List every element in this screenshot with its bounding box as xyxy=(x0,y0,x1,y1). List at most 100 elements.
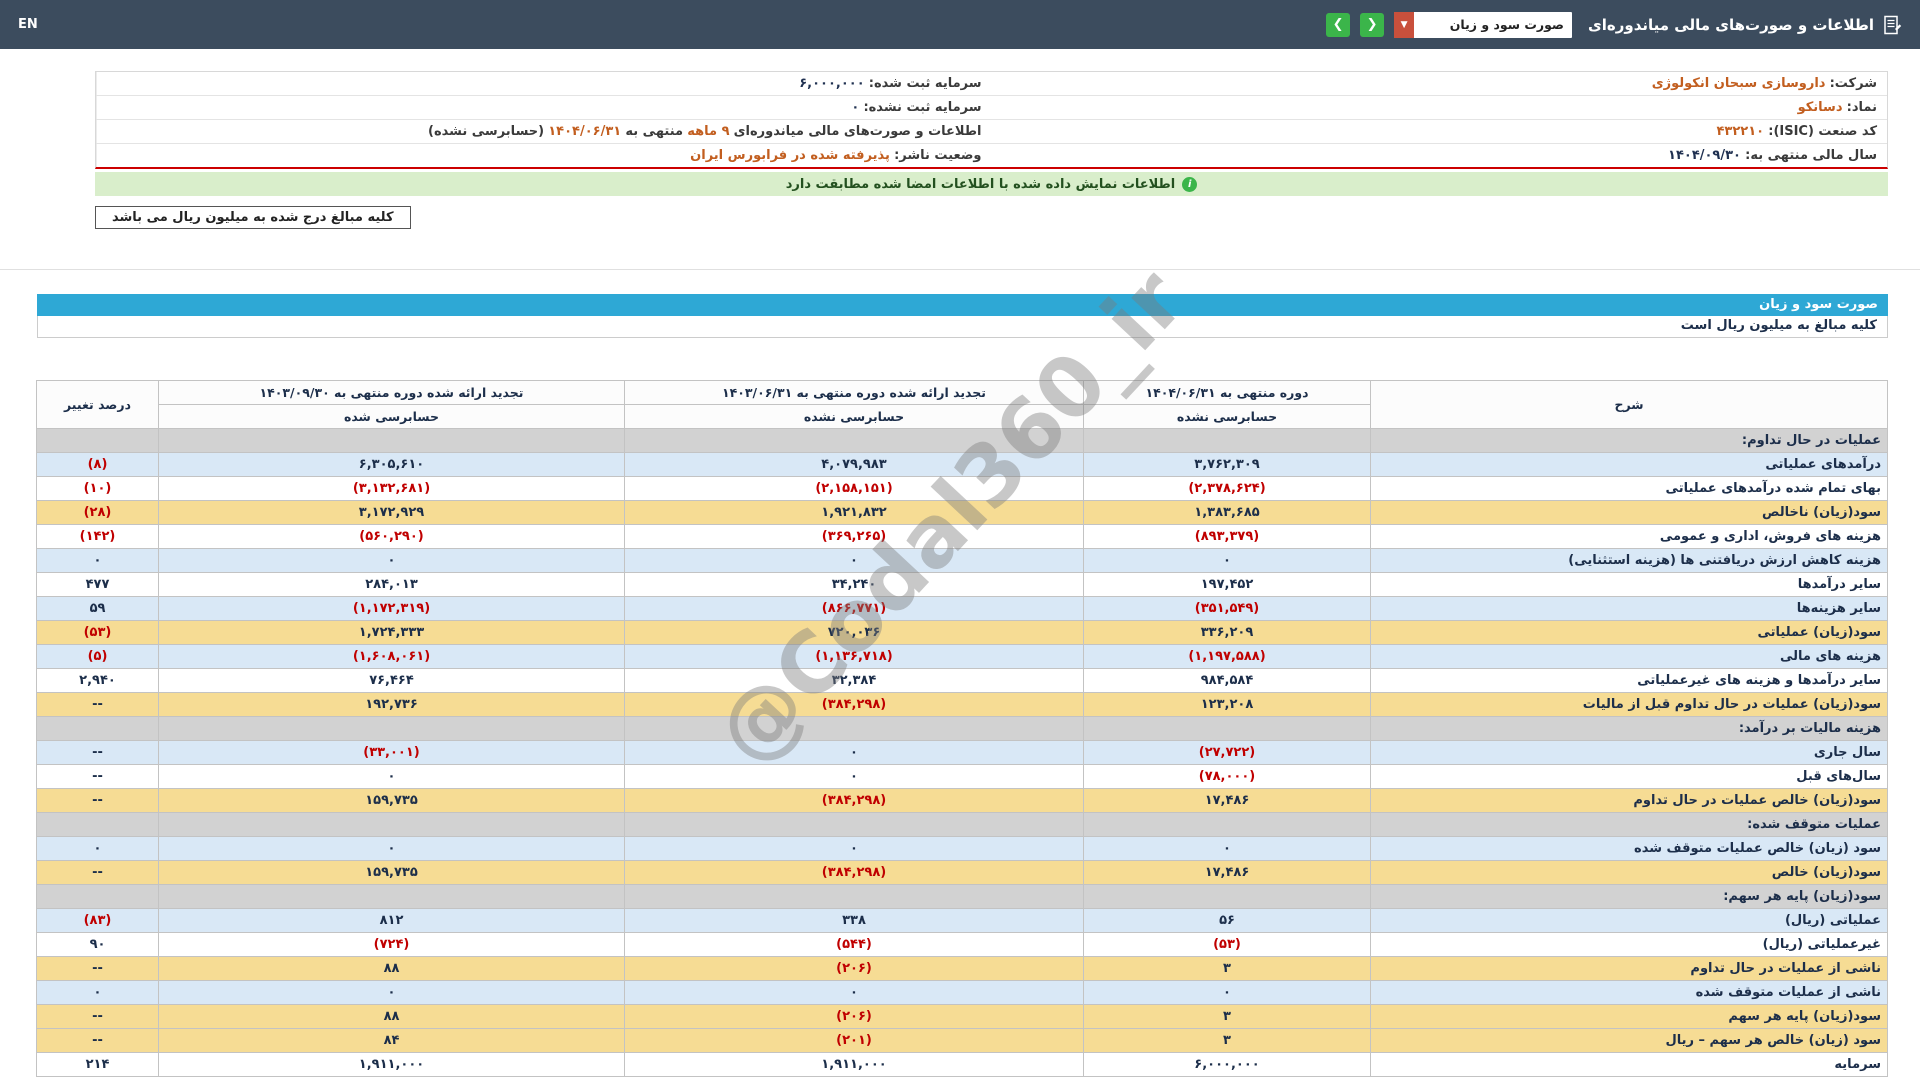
value-cell: ۰ xyxy=(158,764,625,789)
value-cell: (۸۹۳,۳۷۹) xyxy=(1083,524,1371,549)
statement-row: هزینه کاهش ارزش دریافتنی ها (هزینه استثن… xyxy=(36,548,1888,573)
change-percent-cell: (۱۰) xyxy=(36,476,159,501)
topbar: اطلاعات و صورت‌های مالی میاندوره‌ای صورت… xyxy=(0,0,1920,49)
row-label: هزینه های فروش، اداری و عمومی xyxy=(1370,524,1888,549)
statement-table: شرح دوره منتهی به ۱۴۰۴/۰۶/۳۱ تجدید ارائه… xyxy=(36,380,1888,1077)
value-cell: (۲۰۶) xyxy=(624,956,1084,981)
statement-row: سال جاری (۲۷,۷۲۲) ۰ (۳۳,۰۰۱) -- xyxy=(36,740,1888,765)
units-note-box: کلیه مبالغ درج شده به میلیون ریال می باش… xyxy=(95,206,411,229)
period-suffix: (حسابرسی نشده) xyxy=(428,124,545,139)
empty-cell xyxy=(158,428,625,453)
empty-cell xyxy=(624,812,1084,837)
publisher-status-field: وضعیت ناشر: پذیرفته شده در فرابورس ایران xyxy=(96,144,992,167)
statement-row: درآمدهای عملیاتی ۳,۷۶۲,۳۰۹ ۴,۰۷۹,۹۸۳ ۶,۳۰۵,… xyxy=(36,452,1888,477)
value-cell: (۳۶۹,۲۶۵) xyxy=(624,524,1084,549)
value-cell: ۳۲,۳۸۴ xyxy=(624,668,1084,693)
value-cell: ۱۵۹,۷۳۵ xyxy=(158,860,625,885)
isic-field: کد صنعت (ISIC): ۴۳۲۲۱۰ xyxy=(992,120,1888,143)
company-value: داروسازی سبحان انکولوژی xyxy=(1651,76,1826,91)
value-cell: ۱۲۳,۲۰۸ xyxy=(1083,692,1371,717)
audit-status-2: حسابرسی شده xyxy=(158,404,625,429)
value-cell: (۱,۱۳۶,۷۱۸) xyxy=(624,644,1084,669)
change-percent-cell: -- xyxy=(36,788,159,813)
page: اطلاعات و صورت‌های مالی میاندوره‌ای صورت… xyxy=(0,0,1920,1077)
value-cell: ۲۸۴,۰۱۳ xyxy=(158,572,625,597)
empty-cell xyxy=(1083,716,1371,741)
statement-row: سایر درآمدها ۱۹۷,۴۵۲ ۳۴,۲۴۰ ۲۸۴,۰۱۳ ۴۷۷ xyxy=(36,572,1888,597)
value-cell: ۳۳۸ xyxy=(624,908,1084,933)
statement-row: غیرعملیاتی (ریال) (۵۳) (۵۴۴) (۷۲۴) ۹۰ xyxy=(36,932,1888,957)
statement-units-note: کلیه مبالغ به میلیون ریال است xyxy=(37,316,1888,338)
value-cell: (۸۶۶,۷۷۱) xyxy=(624,596,1084,621)
change-percent-cell: (۸) xyxy=(36,452,159,477)
value-cell: ۳ xyxy=(1083,956,1371,981)
value-cell: ۳,۱۷۲,۹۲۹ xyxy=(158,500,625,525)
registered-capital-label: سرمایه ثبت شده: xyxy=(868,76,982,91)
value-cell: ۱,۹۲۱,۸۳۲ xyxy=(624,500,1084,525)
change-percent-cell: -- xyxy=(36,860,159,885)
row-label: سایر هزینه‌ها xyxy=(1370,596,1888,621)
row-label: هزینه کاهش ارزش دریافتنی ها (هزینه استثن… xyxy=(1370,548,1888,573)
statement-row: سود(زیان) ناخالص ۱,۳۸۳,۶۸۵ ۱,۹۲۱,۸۳۲ ۳,۱۷۲,… xyxy=(36,500,1888,525)
empty-cell xyxy=(158,716,625,741)
value-cell: ۱۷,۴۸۶ xyxy=(1083,788,1371,813)
value-cell: ۴,۰۷۹,۹۸۳ xyxy=(624,452,1084,477)
change-percent-cell: -- xyxy=(36,956,159,981)
value-cell: ۰ xyxy=(624,836,1084,861)
column-header-description: شرح xyxy=(1370,380,1888,429)
value-cell: ۶,۳۰۵,۶۱۰ xyxy=(158,452,625,477)
value-cell: (۷۲۴) xyxy=(158,932,625,957)
row-label: بهای تمام شده درآمدهای عملیاتی xyxy=(1370,476,1888,501)
value-cell: ۰ xyxy=(158,836,625,861)
language-toggle[interactable]: EN xyxy=(18,17,38,32)
value-cell: ۳۴,۲۴۰ xyxy=(624,572,1084,597)
section-label: سود(زیان) پایه هر سهم: xyxy=(1370,884,1888,909)
prev-statement-button[interactable]: ❮ xyxy=(1360,12,1385,37)
signature-match-banner: اطلاعات نمایش داده شده با اطلاعات امضا ش… xyxy=(95,172,1888,196)
isic-value: ۴۳۲۲۱۰ xyxy=(1716,124,1765,139)
row-label: غیرعملیاتی (ریال) xyxy=(1370,932,1888,957)
value-cell: (۱,۱۹۷,۵۸۸) xyxy=(1083,644,1371,669)
value-cell: (۷۸,۰۰۰) xyxy=(1083,764,1371,789)
statement-type-dropdown[interactable]: صورت سود و زیان ▼ xyxy=(1394,11,1573,38)
registered-capital-value: ۶,۰۰۰,۰۰۰ xyxy=(799,76,865,91)
row-label: سود (زیان) خالص هر سهم – ریال xyxy=(1370,1028,1888,1053)
change-percent-cell: -- xyxy=(36,764,159,789)
statement-section: صورت سود و زیان کلیه مبالغ به میلیون ریا… xyxy=(36,294,1888,1077)
row-label: سود(زیان) خالص xyxy=(1370,860,1888,885)
row-label: سود(زیان) ناخالص xyxy=(1370,500,1888,525)
row-label: سایر درآمدها و هزینه های غیرعملیاتی xyxy=(1370,668,1888,693)
change-percent-cell: -- xyxy=(36,740,159,765)
statement-row: هزینه های فروش، اداری و عمومی (۸۹۳,۳۷۹) (۳… xyxy=(36,524,1888,549)
units-box-row: کلیه مبالغ درج شده به میلیون ریال می باش… xyxy=(95,206,1888,229)
change-percent-cell: -- xyxy=(36,1004,159,1029)
unregistered-capital-value: ۰ xyxy=(851,100,860,115)
value-cell: ۱,۹۱۱,۰۰۰ xyxy=(624,1052,1084,1077)
statement-row: ناشی از عملیات در حال تداوم ۳ (۲۰۶) ۸۸ -- xyxy=(36,956,1888,981)
change-percent-cell: ۲,۹۴۰ xyxy=(36,668,159,693)
value-cell: ۰ xyxy=(1083,980,1371,1005)
next-statement-button[interactable]: ❯ xyxy=(1326,12,1351,37)
value-cell: ۳ xyxy=(1083,1028,1371,1053)
empty-cell xyxy=(36,428,159,453)
change-percent-cell: ۵۹ xyxy=(36,596,159,621)
statement-row: سود(زیان) خالص عملیات در حال تداوم ۱۷,۴۸۶… xyxy=(36,788,1888,813)
statement-row: هزینه های مالی (۱,۱۹۷,۵۸۸) (۱,۱۳۶,۷۱۸) (۱,۶… xyxy=(36,644,1888,669)
statement-row: سود(زیان) عملیاتی ۳۳۶,۲۰۹ ۷۲۰,۰۳۶ ۱,۷۲۴,۳۳۳… xyxy=(36,620,1888,645)
statement-row: سود(زیان) خالص ۱۷,۴۸۶ (۳۸۴,۲۹۸) ۱۵۹,۷۳۵ -- xyxy=(36,860,1888,885)
empty-cell xyxy=(158,884,625,909)
section-label: عملیات متوقف شده: xyxy=(1370,812,1888,837)
row-label: عملیاتی (ریال) xyxy=(1370,908,1888,933)
value-cell: ۷۲۰,۰۳۶ xyxy=(624,620,1084,645)
section-label: هزینه مالیات بر درآمد: xyxy=(1370,716,1888,741)
unregistered-capital-label: سرمایه ثبت نشده: xyxy=(863,100,982,115)
value-cell: ۳,۷۶۲,۳۰۹ xyxy=(1083,452,1371,477)
change-percent-cell: ۰ xyxy=(36,836,159,861)
value-cell: (۲,۳۷۸,۶۲۴) xyxy=(1083,476,1371,501)
value-cell: ۸۱۲ xyxy=(158,908,625,933)
fiscal-year-label: سال مالی منتهی به: xyxy=(1745,148,1877,163)
section-header-row: عملیات در حال تداوم: xyxy=(36,428,1888,453)
statement-row: سرمایه ۶,۰۰۰,۰۰۰ ۱,۹۱۱,۰۰۰ ۱,۹۱۱,۰۰۰ ۲۱۴ xyxy=(36,1052,1888,1077)
value-cell: ۰ xyxy=(624,764,1084,789)
change-percent-cell: (۱۴۲) xyxy=(36,524,159,549)
